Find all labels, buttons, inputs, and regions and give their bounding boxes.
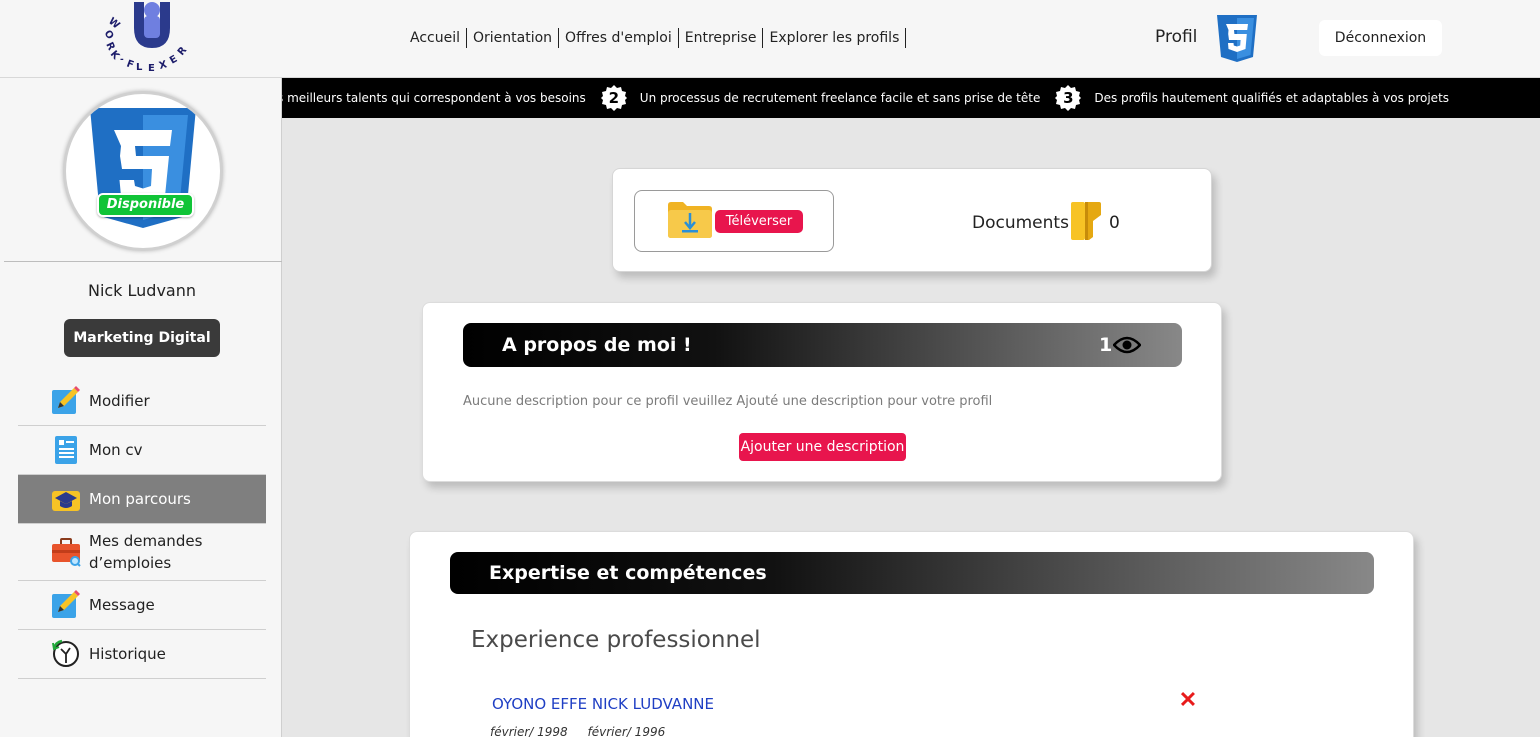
cv-icon xyxy=(51,435,81,465)
ticker-item-2-number: 2 xyxy=(608,89,619,107)
nav-entreprise[interactable]: Entreprise xyxy=(679,28,764,48)
documents-label: Documents xyxy=(972,213,1069,233)
profile-avatar-icon[interactable] xyxy=(1214,13,1260,63)
graduation-icon xyxy=(51,484,81,514)
message-edit-icon xyxy=(51,590,81,620)
expertise-title: Expertise et compétences xyxy=(489,562,767,584)
announcement-ticker: s meilleurs talents qui correspondent à … xyxy=(282,78,1540,118)
main-nav: Accueil Orientation Offres d'emploi Entr… xyxy=(405,27,907,49)
sidebar: Disponible Nick Ludvann Marketing Digita… xyxy=(0,78,282,737)
ticker-item-2-text: Un processus de recrutement freelance fa… xyxy=(639,91,1041,105)
experience-section-title: Experience professionnel xyxy=(471,627,761,653)
documents-folder-icon[interactable] xyxy=(1069,201,1103,241)
sidebar-item-label: Mes demandes d’emploies xyxy=(89,532,203,572)
sidebar-item-label: Mon cv xyxy=(89,441,143,459)
edit-icon xyxy=(51,386,81,416)
sidebar-item-label: Modifier xyxy=(89,392,150,410)
documents-card: Téléverser Documents 0 xyxy=(612,168,1212,272)
folder-download-icon xyxy=(667,199,713,239)
svg-text:X: X xyxy=(158,59,169,72)
logout-button[interactable]: Déconnexion xyxy=(1319,20,1442,56)
svg-text:L: L xyxy=(136,62,143,73)
sidebar-divider xyxy=(4,261,282,262)
add-description-button[interactable]: Ajouter une description xyxy=(739,433,906,461)
ticker-item-3-text: Des profils hautement qualifiés et adapt… xyxy=(1094,91,1450,105)
svg-text:-: - xyxy=(120,55,124,65)
sidebar-item-message[interactable]: Message xyxy=(18,581,266,630)
svg-text:R: R xyxy=(176,45,190,58)
about-title: A propos de moi ! xyxy=(502,334,692,356)
experience-date-start: février/ 1998 xyxy=(490,725,568,737)
ticker-item-3-number: 3 xyxy=(1063,89,1074,107)
upload-dropzone[interactable]: Téléverser xyxy=(634,190,834,252)
experience-date-end: février/ 1996 xyxy=(587,725,666,737)
nav-explorer-profils[interactable]: Explorer les profils xyxy=(763,28,907,48)
view-count: 1 xyxy=(1099,334,1113,356)
svg-text:F: F xyxy=(125,58,135,71)
expertise-banner: Expertise et compétences xyxy=(450,552,1374,594)
briefcase-search-icon xyxy=(51,537,81,567)
sidebar-item-historique[interactable]: Historique xyxy=(18,630,266,679)
ticker-item-2-badge: 2 xyxy=(600,84,628,112)
work-flexer-logo[interactable]: W O R K - F L E X E R xyxy=(94,0,210,76)
delete-icon[interactable]: ✕ xyxy=(1178,689,1198,711)
expertise-card: Expertise et compétences Experience prof… xyxy=(409,531,1414,737)
ticker-item-3-badge: 3 xyxy=(1054,84,1082,112)
avatar[interactable] xyxy=(63,91,223,251)
nav-offres-emploi[interactable]: Offres d'emploi xyxy=(559,28,679,48)
about-description: Aucune description pour ce profil veuill… xyxy=(463,394,993,409)
sidebar-item-label: Mon parcours xyxy=(89,490,191,508)
experience-dates: février/ 1998 février/ 1996 xyxy=(482,725,673,737)
eye-icon xyxy=(1112,335,1142,355)
sidebar-item-label: Message xyxy=(89,596,155,614)
sidebar-menu: Modifier Mon cv Mon parcours Mes demande… xyxy=(18,377,266,679)
about-card: A propos de moi ! 1 Aucune description p… xyxy=(422,302,1222,482)
svg-text:E: E xyxy=(168,54,180,67)
sidebar-item-mon-cv[interactable]: Mon cv xyxy=(18,426,266,475)
documents-count: 0 xyxy=(1109,213,1120,233)
specialty-badge: Marketing Digital xyxy=(64,319,220,357)
nav-orientation[interactable]: Orientation xyxy=(467,28,560,48)
sidebar-item-label: Historique xyxy=(89,645,166,663)
experience-entry-name[interactable]: OYONO EFFE NICK LUDVANNE xyxy=(492,695,714,713)
svg-text:E: E xyxy=(148,63,155,74)
profile-label[interactable]: Profil xyxy=(1155,27,1197,47)
history-clock-icon xyxy=(51,639,81,669)
sidebar-item-modifier[interactable]: Modifier xyxy=(18,377,266,426)
about-banner: A propos de moi ! 1 xyxy=(463,323,1182,367)
sidebar-item-mon-parcours[interactable]: Mon parcours xyxy=(18,475,266,524)
top-header: W O R K - F L E X E R Accueil Orientatio… xyxy=(0,0,1540,78)
nav-accueil[interactable]: Accueil xyxy=(405,28,467,48)
sidebar-item-mes-demandes[interactable]: Mes demandes d’emploies xyxy=(18,524,266,581)
user-name: Nick Ludvann xyxy=(87,281,197,300)
status-badge: Disponible xyxy=(97,193,194,217)
ticker-item-1-text: s meilleurs talents qui correspondent à … xyxy=(282,91,586,105)
upload-button[interactable]: Téléverser xyxy=(715,210,803,233)
